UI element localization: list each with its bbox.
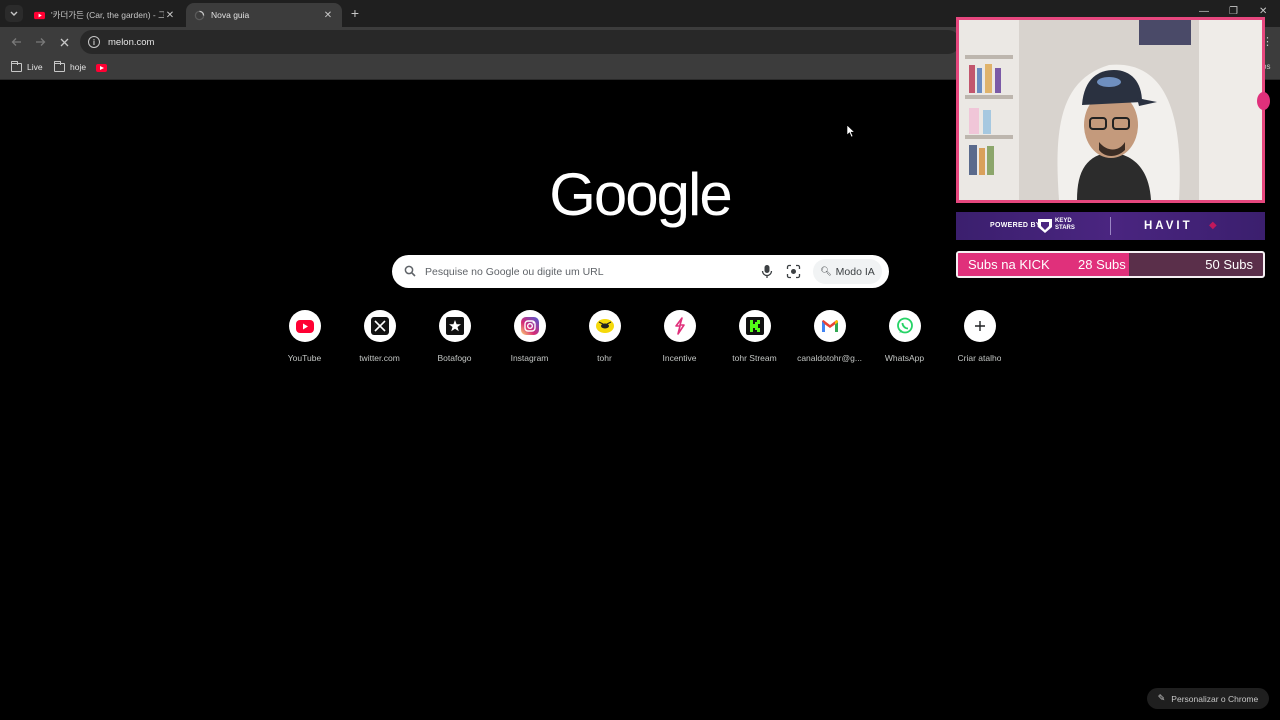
shortcut-youtube[interactable]: YouTube: [267, 310, 342, 370]
webcam-feed-image: [959, 20, 1262, 200]
customize-chrome-button[interactable]: ✎ Personalizar o Chrome: [1147, 688, 1269, 709]
shortcut-tohr-stream[interactable]: tohr Stream: [717, 310, 792, 370]
sponsor-banner: POWERED BY KEYD STARS HAVIT ◆: [956, 212, 1265, 240]
loading-spinner-icon: [194, 10, 205, 20]
shortcut-label: Botafogo: [437, 353, 472, 363]
address-bar[interactable]: i melon.com: [80, 30, 960, 54]
bookmark-folder-hoje[interactable]: hoje: [54, 60, 87, 72]
ai-mode-label: Modo IA: [835, 265, 875, 278]
shortcuts-grid: YouTube twitter.com Botafogo Instagram t…: [267, 310, 1014, 370]
shortcut-gmail[interactable]: canaldotohr@g...: [792, 310, 867, 370]
shortcut-add[interactable]: Criar atalho: [942, 310, 1017, 370]
shortcut-label: tohr: [597, 353, 612, 363]
shortcut-label: WhatsApp: [884, 353, 925, 363]
tab-title: Nova guia: [211, 10, 250, 20]
plus-icon: [963, 310, 996, 342]
shortcut-whatsapp[interactable]: WhatsApp: [867, 310, 942, 370]
new-tab-button[interactable]: +: [347, 6, 363, 20]
shortcut-botafogo[interactable]: Botafogo: [417, 310, 492, 370]
webcam-overlay: [956, 17, 1265, 203]
tab-title: '카더가든 (Car, the garden) - 그: [51, 10, 164, 20]
back-button[interactable]: [7, 33, 25, 51]
sub-goal-bar: Subs na KICK 28 Subs 50 Subs: [956, 251, 1265, 278]
ai-mode-button[interactable]: 🔍︎ Modo IA: [813, 259, 882, 284]
youtube-icon: [288, 310, 321, 342]
havit-logo-icon: ◆: [1209, 220, 1217, 231]
bookmark-folder-live[interactable]: Live: [11, 60, 43, 72]
incentive-icon: [663, 310, 696, 342]
sub-goal-target: 50 Subs: [1205, 257, 1253, 272]
microphone-icon[interactable]: [760, 264, 774, 279]
sub-goal-current: 28 Subs: [1078, 257, 1126, 272]
shortcut-label: canaldotohr@g...: [797, 353, 862, 363]
arrow-left-icon: [11, 38, 21, 46]
stop-loading-button[interactable]: [55, 33, 73, 51]
search-icon: [404, 265, 416, 277]
ai-search-icon: 🔍︎: [820, 266, 832, 276]
pencil-icon: ✎: [1157, 693, 1166, 703]
profile-avatar-edge[interactable]: [1257, 92, 1270, 110]
shortcut-label: YouTube: [287, 353, 322, 363]
chevron-down-icon: [10, 11, 18, 16]
customize-label: Personalizar o Chrome: [1171, 693, 1259, 704]
shortcut-label: Incentive: [662, 353, 697, 363]
bookmark-youtube[interactable]: [96, 64, 107, 72]
close-icon[interactable]: ✕: [322, 10, 334, 21]
shortcut-label: twitter.com: [359, 353, 400, 363]
instagram-icon: [513, 310, 546, 342]
tab-youtube[interactable]: '카더가든 (Car, the garden) - 그 ✕: [26, 3, 184, 27]
mouse-cursor-icon: [846, 124, 856, 138]
search-input[interactable]: [425, 263, 745, 280]
shortcut-twitter[interactable]: twitter.com: [342, 310, 417, 370]
whatsapp-icon: [888, 310, 921, 342]
url-text: melon.com: [108, 36, 155, 48]
minimize-icon[interactable]: —: [1199, 6, 1209, 17]
sponsor-divider: [1110, 217, 1111, 235]
forward-button[interactable]: [31, 33, 49, 51]
tohr-icon: [588, 310, 621, 342]
site-info-icon[interactable]: i: [88, 36, 100, 48]
close-window-icon[interactable]: ✕: [1259, 6, 1267, 17]
sub-goal-label: Subs na KICK: [968, 257, 1050, 272]
havit-label: HAVIT: [1144, 220, 1193, 232]
restore-icon[interactable]: ❐: [1229, 6, 1238, 17]
bookmark-label: Live: [27, 62, 43, 72]
folder-icon: [11, 60, 22, 72]
x-icon: [363, 310, 396, 342]
keyd-stars-label: KEYD STARS: [1055, 218, 1075, 231]
bookmark-label: hoje: [70, 62, 87, 72]
shortcut-incentive[interactable]: Incentive: [642, 310, 717, 370]
shortcut-tohr[interactable]: tohr: [567, 310, 642, 370]
shortcut-instagram[interactable]: Instagram: [492, 310, 567, 370]
youtube-icon: [34, 11, 45, 19]
folder-icon: [54, 60, 65, 72]
arrow-right-icon: [35, 38, 45, 46]
google-lens-icon[interactable]: [786, 264, 801, 279]
powered-by-label: POWERED BY: [990, 222, 1041, 229]
kick-icon: [738, 310, 771, 342]
close-icon[interactable]: ✕: [164, 10, 176, 21]
shortcut-label: Instagram: [510, 353, 549, 363]
shortcut-label: Criar atalho: [957, 353, 1002, 363]
shortcut-label: tohr Stream: [732, 353, 777, 363]
youtube-icon: [96, 64, 107, 72]
tab-search-button[interactable]: [5, 5, 23, 22]
tab-new-tab[interactable]: Nova guia ✕: [186, 3, 342, 27]
botafogo-star-icon: [438, 310, 471, 342]
close-icon: [60, 38, 68, 46]
gmail-icon: [813, 310, 846, 342]
